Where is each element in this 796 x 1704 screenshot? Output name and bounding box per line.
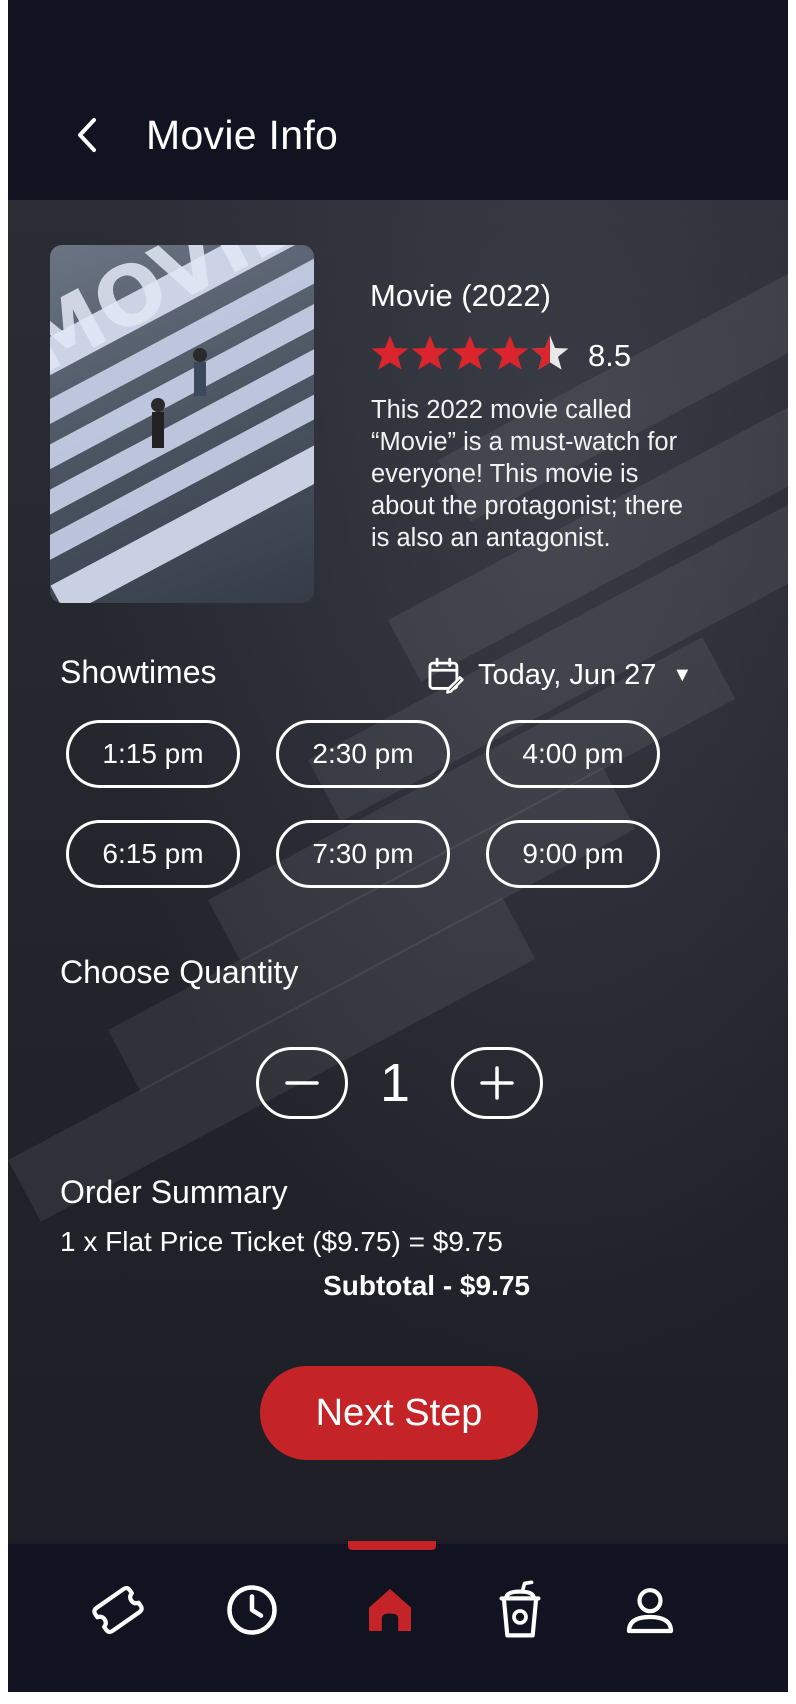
star-icon: [491, 335, 529, 370]
increase-quantity-button[interactable]: [451, 1047, 543, 1119]
order-line-item: 1 x Flat Price Ticket ($9.75) = $9.75: [60, 1226, 503, 1257]
rating-stars: [370, 332, 570, 374]
quantity-title: Choose Quantity: [60, 954, 299, 990]
star-icon: [411, 335, 449, 370]
clock-icon: [227, 1585, 277, 1635]
profile-icon: [626, 1588, 674, 1634]
top-bar: Movie Info: [8, 0, 788, 200]
app-screen: Movie Info MOVIE Movie (2022) 8.5 This 2…: [8, 0, 788, 1692]
star-icon: [371, 335, 409, 370]
date-label: Today, Jun 27: [478, 658, 657, 691]
calendar-edit-icon: [428, 657, 464, 694]
movie-poster: MOVIE: [50, 245, 314, 603]
nav-profile[interactable]: [620, 1580, 680, 1640]
home-icon: [369, 1589, 411, 1631]
showtime-button[interactable]: 1:15 pm: [66, 720, 240, 788]
showtime-button[interactable]: 6:15 pm: [66, 820, 240, 888]
plus-icon: [480, 1066, 514, 1100]
half-star-icon: [531, 335, 569, 370]
caret-down-icon: ▼: [672, 663, 693, 686]
poster-artwork: MOVIE: [50, 245, 314, 603]
drink-icon: [499, 1580, 541, 1638]
nav-tickets[interactable]: [88, 1580, 148, 1640]
showtime-button[interactable]: 4:00 pm: [486, 720, 660, 788]
nav-home[interactable]: [360, 1580, 420, 1640]
order-subtotal: Subtotal - $9.75: [323, 1270, 530, 1301]
nav-concessions[interactable]: [490, 1580, 550, 1640]
next-step-button[interactable]: Next Step: [260, 1366, 538, 1460]
movie-description: This 2022 movie called “Movie” is a must…: [371, 396, 683, 552]
minus-icon: [285, 1081, 319, 1085]
showtime-button[interactable]: 2:30 pm: [276, 720, 450, 788]
date-selector[interactable]: Today, Jun 27 ▼: [426, 654, 692, 696]
showtime-button[interactable]: 7:30 pm: [276, 820, 450, 888]
chevron-left-icon: [78, 118, 96, 152]
nav-history[interactable]: [222, 1580, 282, 1640]
decrease-quantity-button[interactable]: [256, 1047, 348, 1119]
page-title: Movie Info: [146, 112, 339, 158]
star-icon: [451, 335, 489, 370]
rating-value: 8.5: [588, 338, 632, 373]
order-summary-title: Order Summary: [60, 1174, 288, 1210]
movie-title: Movie (2022): [370, 278, 551, 313]
active-tab-indicator: [348, 1541, 436, 1550]
ticket-icon: [92, 1585, 144, 1635]
quantity-value: 1: [380, 1053, 411, 1113]
back-button[interactable]: [70, 110, 110, 160]
showtime-button[interactable]: 9:00 pm: [486, 820, 660, 888]
showtimes-title: Showtimes: [60, 654, 217, 690]
